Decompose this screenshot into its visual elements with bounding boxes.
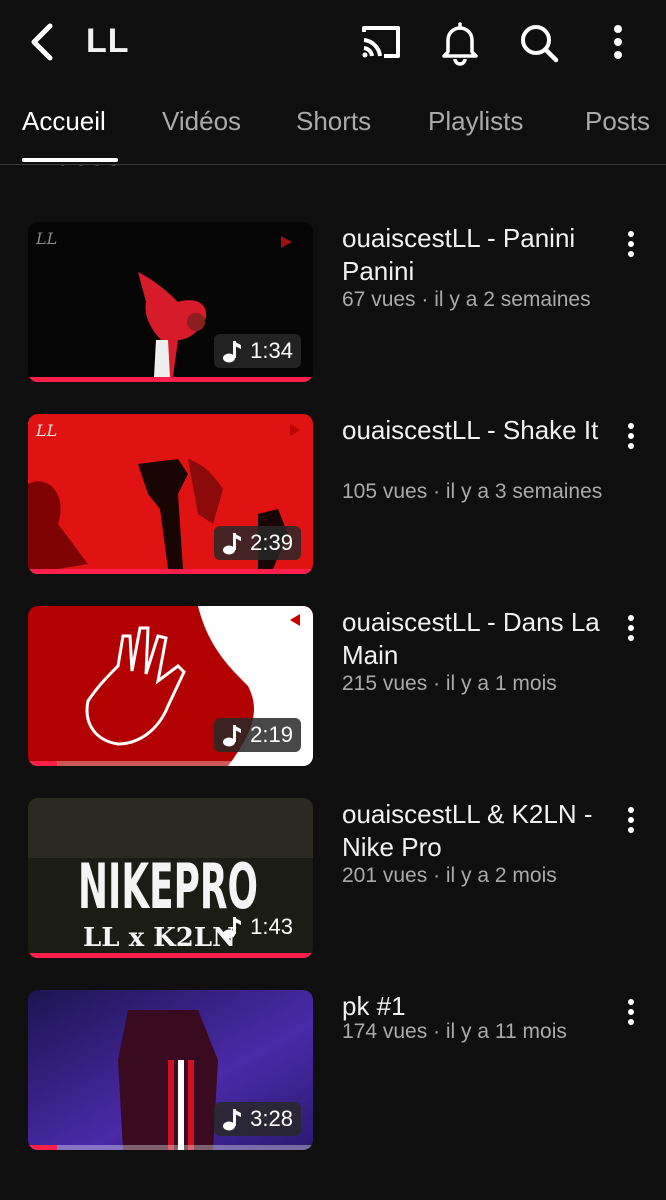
duration-text: 1:43 (250, 914, 293, 939)
watch-progress (28, 1145, 57, 1150)
more-vert-icon (628, 807, 634, 833)
top-app-bar: LL (0, 0, 666, 86)
cast-icon (362, 26, 400, 58)
video-thumbnail[interactable]: 2:19 (28, 606, 313, 766)
tab-playlists[interactable]: Playlists (428, 106, 523, 137)
video-more-button[interactable] (618, 610, 644, 646)
bell-icon (442, 22, 478, 66)
svg-text:LL: LL (35, 421, 57, 440)
tab-accueil[interactable]: Accueil (22, 106, 106, 137)
music-note-icon (223, 341, 242, 363)
video-thumbnail[interactable]: NIKEPRO LL x K2LN 1:43 (28, 798, 313, 958)
tab-shorts[interactable]: Shorts (296, 106, 371, 137)
music-note-icon (223, 917, 242, 939)
duration-badge: 2:39 (214, 526, 301, 560)
video-meta: 174 vues · il y a 11 mois (342, 1020, 567, 1043)
video-meta: 67 vues · il y a 2 semaines (342, 288, 591, 311)
music-note-icon (223, 725, 242, 747)
video-item[interactable]: NIKEPRO LL x K2LN 1:43 ouaiscestLL & K2L… (0, 798, 666, 960)
video-item[interactable]: LL 1:34 ouaiscestLL - Panini Panini 67 v… (0, 222, 666, 384)
more-vert-icon (614, 25, 622, 59)
video-title[interactable]: ouaiscestLL & K2LN - Nike Pro (342, 798, 617, 864)
video-more-button[interactable] (618, 994, 644, 1030)
more-options-button[interactable] (594, 18, 642, 66)
duration-badge: 1:34 (214, 334, 301, 368)
video-more-button[interactable] (618, 418, 644, 454)
video-thumbnail[interactable]: LL 1:34 (28, 222, 313, 382)
more-vert-icon (628, 423, 634, 449)
channel-title: LL (86, 22, 130, 60)
music-note-icon (223, 533, 242, 555)
music-note-icon (223, 1109, 242, 1131)
duration-text: 2:39 (250, 530, 293, 555)
watch-progress (28, 569, 313, 574)
search-button[interactable] (514, 18, 562, 66)
progress-track (28, 1145, 313, 1150)
duration-badge: 3:28 (214, 1102, 301, 1136)
duration-text: 2:19 (250, 722, 293, 747)
video-more-button[interactable] (618, 226, 644, 262)
watch-progress (28, 761, 57, 766)
video-item[interactable]: 3:28 pk #1 174 vues · il y a 11 mois (0, 990, 666, 1152)
channel-tabs: Accueil Vidéos Shorts Playlists Posts (0, 96, 666, 165)
video-title[interactable]: pk #1 (342, 990, 617, 1023)
video-title[interactable]: ouaiscestLL - Panini Panini (342, 222, 617, 288)
video-thumbnail[interactable]: 3:28 (28, 990, 313, 1150)
watch-progress (28, 953, 313, 958)
video-meta: 215 vues · il y a 1 mois (342, 672, 557, 695)
search-icon (521, 25, 559, 63)
duration-text: 3:28 (250, 1106, 293, 1131)
video-meta: 105 vues · il y a 3 semaines (342, 480, 603, 503)
svg-text:LL: LL (35, 229, 57, 248)
video-meta: 201 vues · il y a 2 mois (342, 864, 557, 887)
cast-button[interactable] (356, 18, 404, 66)
video-item[interactable]: 2:19 ouaiscestLL - Dans La Main 215 vues… (0, 606, 666, 768)
back-button[interactable] (24, 20, 64, 64)
video-thumbnail[interactable]: LL 2:39 (28, 414, 313, 574)
more-vert-icon (628, 231, 634, 257)
duration-badge: 2:19 (214, 718, 301, 752)
video-title[interactable]: ouaiscestLL - Shake It (342, 414, 617, 447)
video-more-button[interactable] (618, 802, 644, 838)
progress-track (28, 761, 313, 766)
duration-text: 1:34 (250, 338, 293, 363)
notifications-button[interactable] (436, 18, 484, 66)
video-title[interactable]: ouaiscestLL - Dans La Main (342, 606, 617, 672)
thumbnail-subtitle-text: LL x K2LN (83, 923, 236, 953)
more-vert-icon (628, 615, 634, 641)
back-icon (31, 23, 53, 61)
tab-posts[interactable]: Posts (585, 106, 650, 137)
tab-videos[interactable]: Vidéos (162, 106, 241, 137)
active-tab-indicator (22, 158, 118, 162)
more-vert-icon (628, 999, 634, 1025)
duration-badge: 1:43 (214, 910, 301, 944)
video-item[interactable]: LL 2:39 ouaiscestLL - Shake It 105 vues … (0, 414, 666, 576)
watch-progress (28, 377, 313, 382)
